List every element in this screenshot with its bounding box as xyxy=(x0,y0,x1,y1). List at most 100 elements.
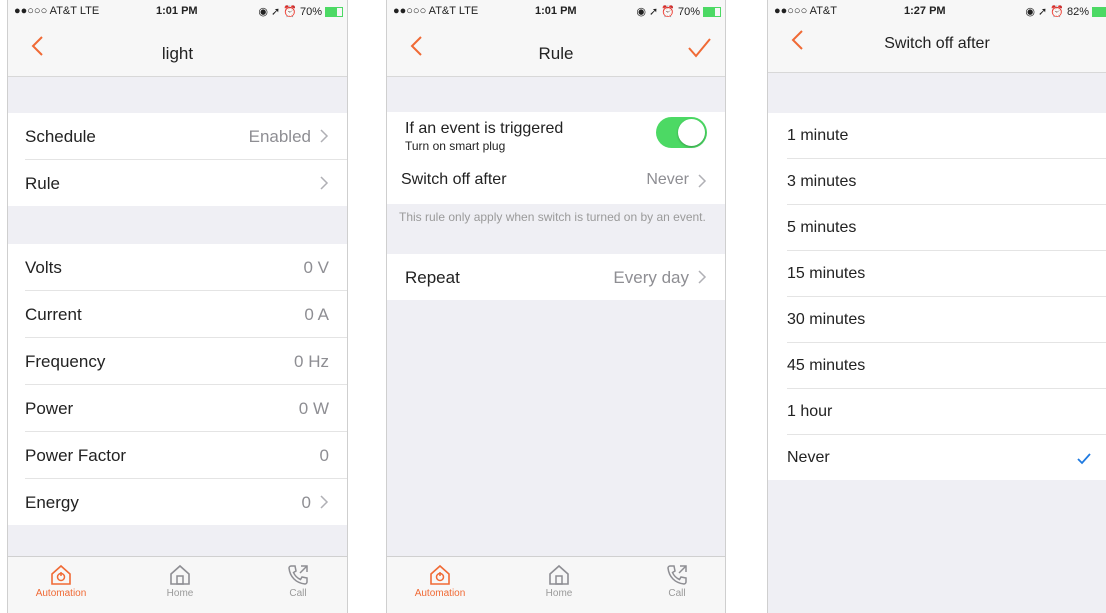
row-value: 0 V xyxy=(303,258,329,277)
volts-row: Volts 0 V xyxy=(25,244,347,291)
tab-automation[interactable]: Automation xyxy=(390,557,490,613)
row-label: Schedule xyxy=(25,127,96,146)
repeat-group: Repeat Every day xyxy=(387,254,725,300)
status-bar: ●●○○○ AT&T LTE 1:01 PM ◉ ➚ ⏰ 70% xyxy=(8,0,347,20)
power-factor-row: Power Factor 0 xyxy=(25,432,347,479)
rule-screen: ●●○○○ AT&T LTE 1:01 PM ◉ ➚ ⏰ 70% Rule If… xyxy=(386,0,726,613)
tab-label: Automation xyxy=(414,588,466,599)
schedule-row[interactable]: Schedule Enabled xyxy=(25,113,347,160)
battery-icon xyxy=(703,6,721,17)
tab-automation[interactable]: Automation xyxy=(11,557,111,613)
status-icons: ◉ ➚ ⏰ xyxy=(1025,6,1064,18)
home-icon xyxy=(549,564,569,585)
settings-group: Schedule Enabled Rule xyxy=(8,113,347,206)
energy-row[interactable]: Energy 0 xyxy=(25,479,347,525)
switch-off-after-screen: ●●○○○ AT&T 1:27 PM ◉ ➚ ⏰ 82% Switch off … xyxy=(767,0,1106,613)
row-value: 0 W xyxy=(298,399,329,418)
rule-note: This rule only apply when switch is turn… xyxy=(399,210,706,224)
tab-label: Home xyxy=(166,588,194,599)
call-icon xyxy=(667,565,687,585)
trigger-toggle[interactable] xyxy=(656,117,707,148)
row-label: Power xyxy=(25,399,74,418)
rule-row[interactable]: Rule xyxy=(25,160,347,206)
battery-percent: 82% xyxy=(1066,5,1089,18)
option-3-minutes[interactable]: 3 minutes xyxy=(787,159,1106,205)
option-never[interactable]: Never xyxy=(787,435,1106,480)
row-value: 0 A xyxy=(304,305,329,324)
current-row: Current 0 A xyxy=(25,291,347,338)
nav-bar: light xyxy=(8,20,347,77)
device-detail-screen: ●●○○○ AT&T LTE 1:01 PM ◉ ➚ ⏰ 70% light S… xyxy=(7,0,348,613)
row-label: Volts xyxy=(25,258,62,277)
option-label: 3 minutes xyxy=(787,173,857,190)
repeat-row[interactable]: Repeat Every day xyxy=(405,254,725,300)
tab-label: Automation xyxy=(35,588,87,599)
option-45-minutes[interactable]: 45 minutes xyxy=(787,343,1106,389)
automation-icon xyxy=(51,564,71,585)
duration-options: 1 minute 3 minutes 5 minutes 15 minutes … xyxy=(768,113,1106,480)
row-label: Power Factor xyxy=(25,446,127,465)
trigger-group: If an event is triggered Turn on smart p… xyxy=(387,112,725,204)
checkmark-icon[interactable] xyxy=(685,34,713,62)
selected-checkmark-icon xyxy=(1077,453,1091,465)
row-value: 0 xyxy=(301,493,311,512)
tab-call[interactable]: Call xyxy=(627,557,725,613)
tab-home[interactable]: Home xyxy=(130,557,230,613)
carrier-label: ●●○○○ AT&T LTE xyxy=(393,5,479,17)
tab-bar: Automation Home Call xyxy=(8,556,347,613)
chevron-right-icon xyxy=(698,174,707,188)
row-value: 0 xyxy=(319,446,329,465)
battery-icon xyxy=(1092,6,1106,17)
frequency-row: Frequency 0 Hz xyxy=(25,338,347,385)
switch-off-row[interactable]: Switch off after Never xyxy=(401,158,725,204)
chevron-right-icon xyxy=(320,129,329,143)
row-value: Every day xyxy=(613,268,689,287)
toggle-knob xyxy=(678,119,705,146)
tab-bar: Automation Home Call xyxy=(387,556,725,613)
option-label: 1 hour xyxy=(787,403,833,420)
trigger-label: If an event is triggered xyxy=(405,120,564,137)
nav-bar: Switch off after xyxy=(768,20,1106,73)
clock: 1:01 PM xyxy=(535,5,577,17)
row-label: Switch off after xyxy=(401,171,507,188)
row-value: Enabled xyxy=(248,127,311,146)
row-label: Repeat xyxy=(405,268,460,287)
option-label: 30 minutes xyxy=(787,311,866,328)
row-label: Frequency xyxy=(25,352,106,371)
status-icons: ◉ ➚ ⏰ xyxy=(636,6,675,18)
tab-home[interactable]: Home xyxy=(509,557,609,613)
chevron-right-icon xyxy=(320,495,329,509)
option-label: 15 minutes xyxy=(787,265,866,282)
row-label: Rule xyxy=(25,174,60,193)
automation-icon xyxy=(430,564,450,585)
clock: 1:01 PM xyxy=(156,5,198,17)
option-30-minutes[interactable]: 30 minutes xyxy=(787,297,1106,343)
home-icon xyxy=(170,564,190,585)
clock: 1:27 PM xyxy=(904,5,946,17)
row-label: Energy xyxy=(25,493,79,512)
status-bar: ●●○○○ AT&T LTE 1:01 PM ◉ ➚ ⏰ 70% xyxy=(387,0,725,20)
chevron-right-icon xyxy=(698,270,707,284)
carrier-label: ●●○○○ AT&T LTE xyxy=(14,5,100,17)
page-title: Rule xyxy=(538,44,574,63)
page-title: light xyxy=(161,44,194,63)
option-label: 5 minutes xyxy=(787,219,857,236)
power-row: Power 0 W xyxy=(25,385,347,432)
option-5-minutes[interactable]: 5 minutes xyxy=(787,205,1106,251)
nav-bar: Rule xyxy=(387,20,725,77)
page-title: Switch off after xyxy=(884,35,990,52)
row-value: Never xyxy=(646,171,689,188)
option-label: 1 minute xyxy=(787,127,849,144)
battery-percent: 70% xyxy=(677,5,700,18)
tab-label: Call xyxy=(668,588,686,599)
option-label: Never xyxy=(787,449,830,466)
call-icon xyxy=(288,565,308,585)
option-15-minutes[interactable]: 15 minutes xyxy=(787,251,1106,297)
option-1-hour[interactable]: 1 hour xyxy=(787,389,1106,435)
battery-percent: 70% xyxy=(299,5,322,18)
tab-label: Home xyxy=(545,588,573,599)
status-bar: ●●○○○ AT&T 1:27 PM ◉ ➚ ⏰ 82% xyxy=(768,0,1106,20)
option-1-minute[interactable]: 1 minute xyxy=(787,113,1106,159)
tab-call[interactable]: Call xyxy=(248,557,347,613)
option-label: 45 minutes xyxy=(787,357,866,374)
